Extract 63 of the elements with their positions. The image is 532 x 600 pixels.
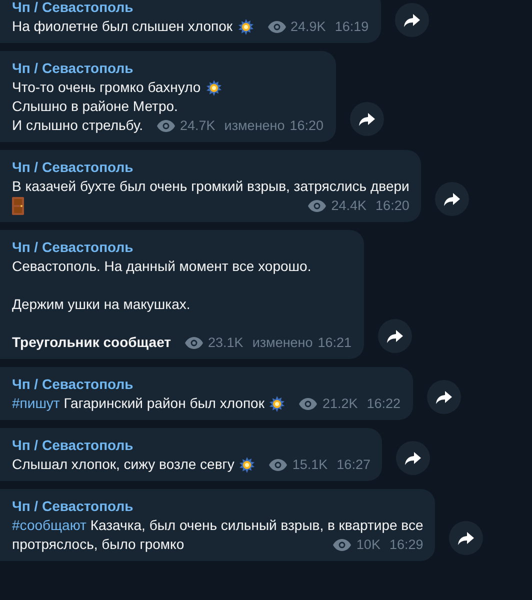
message-time: 16:29 (389, 536, 424, 554)
channel-name[interactable]: Чп / Севастополь (12, 436, 134, 455)
message-text: На фиолетне был слышен хлопок (12, 17, 233, 36)
eye-icon (333, 539, 352, 551)
share-arrow-icon (404, 14, 420, 26)
message-text: протряслось, было громко (12, 535, 184, 554)
channel-name[interactable]: Чп / Севастополь (12, 158, 134, 177)
message-time: 16:20 (290, 117, 324, 135)
eye-icon (185, 337, 204, 349)
share-arrow-icon (405, 452, 422, 464)
channel-name[interactable]: Чп / Севастополь (12, 238, 134, 257)
hashtag-link[interactable]: #сообщают (12, 517, 86, 533)
message-time: 16:22 (366, 395, 401, 413)
view-count: 23.1K (208, 334, 244, 352)
share-arrow-icon (458, 532, 474, 544)
message-text: Что-то очень громко бахнуло (12, 78, 201, 97)
eye-icon (268, 21, 286, 33)
forward-button[interactable] (426, 380, 461, 414)
view-count: 15.1K (292, 456, 328, 474)
explosion-icon (269, 396, 286, 412)
explosion-icon (239, 457, 256, 473)
message-time: 16:20 (376, 197, 410, 215)
message-text: Держим ушки на макушках. (12, 295, 190, 314)
message-time: 16:19 (334, 18, 369, 36)
eye-icon (269, 459, 288, 471)
message-text: #сообщают Казачка, был очень сильный взрыв, в квартире все (12, 516, 424, 535)
share-arrow-icon (358, 112, 375, 126)
message-text: Слышал хлопок, сижу возле севгу (12, 455, 234, 474)
signature-text: Треугольник сообщает (12, 333, 172, 352)
message-text: #пишут Гагаринский район был хлопок (12, 394, 264, 413)
view-count: 24.7K (180, 117, 216, 135)
edited-label: изменено (252, 334, 313, 352)
message-time: 16:27 (336, 456, 370, 474)
explosion-icon (206, 80, 222, 96)
message-time: 16:21 (318, 334, 352, 352)
door-icon (12, 197, 24, 215)
forward-button[interactable] (350, 102, 384, 136)
message-text: Севастополь. На данный момент все хорошо. (12, 257, 312, 276)
view-count: 24.4K (331, 197, 367, 215)
eye-icon (308, 200, 326, 212)
forward-button[interactable] (396, 441, 430, 475)
forward-button[interactable] (378, 319, 412, 353)
message-text: В казачей бухте был очень громкий взрыв, затряслись двери (12, 177, 410, 196)
message-text: Слышно в районе Метро. (12, 97, 178, 116)
channel-name[interactable]: Чп / Севастополь (12, 375, 134, 394)
share-arrow-icon (444, 192, 460, 206)
eye-icon (299, 398, 318, 410)
view-count: 21.2K (322, 395, 358, 413)
share-arrow-icon (436, 390, 452, 404)
channel-name[interactable]: Чп / Севастополь (12, 497, 134, 516)
edited-label: изменено (224, 117, 285, 135)
eye-icon (157, 120, 176, 132)
view-count: 24.9K (290, 18, 326, 36)
forward-button[interactable] (449, 521, 484, 555)
message-text: И слышно стрельбу. (12, 116, 144, 135)
forward-button[interactable] (435, 182, 470, 216)
explosion-icon (238, 19, 254, 35)
view-count: 10K (356, 536, 380, 554)
share-arrow-icon (386, 330, 403, 342)
forward-button[interactable] (394, 3, 429, 37)
channel-name[interactable]: Чп / Севастополь (12, 0, 134, 17)
channel-name[interactable]: Чп / Севастополь (12, 59, 134, 78)
hashtag-link[interactable]: #пишут (12, 395, 60, 411)
